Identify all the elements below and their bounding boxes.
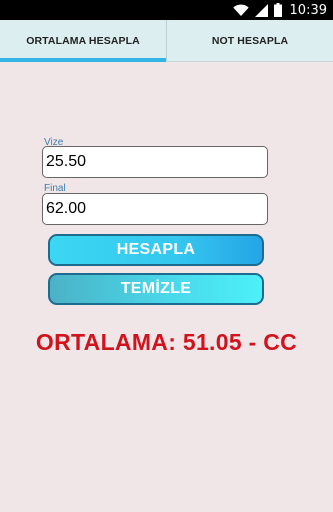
clock: 10:39 [289,2,327,18]
tab-label: NOT HESAPLA [211,34,289,47]
tab-ortalama-hesapla[interactable]: ORTALAMA HESAPLA [0,20,166,62]
tab-bar: ORTALAMA HESAPLA NOT HESAPLA [0,20,333,62]
calculate-button[interactable]: HESAPLA [48,234,264,266]
status-icons: 10:39 [232,0,327,20]
main-content: Vize Final HESAPLA TEMİZLE ORTALAMA: 51.… [0,63,333,512]
signal-icon [254,3,268,17]
clear-button[interactable]: TEMİZLE [48,273,264,305]
tab-label: ORTALAMA HESAPLA [26,34,140,47]
vize-input[interactable] [42,146,268,178]
status-bar: 10:39 [0,0,333,20]
final-input[interactable] [42,193,268,225]
tab-not-hesapla[interactable]: NOT HESAPLA [166,20,333,61]
wifi-icon [232,3,249,16]
average-result: ORTALAMA: 51.05 - CC [35,329,298,355]
battery-icon [273,3,282,17]
